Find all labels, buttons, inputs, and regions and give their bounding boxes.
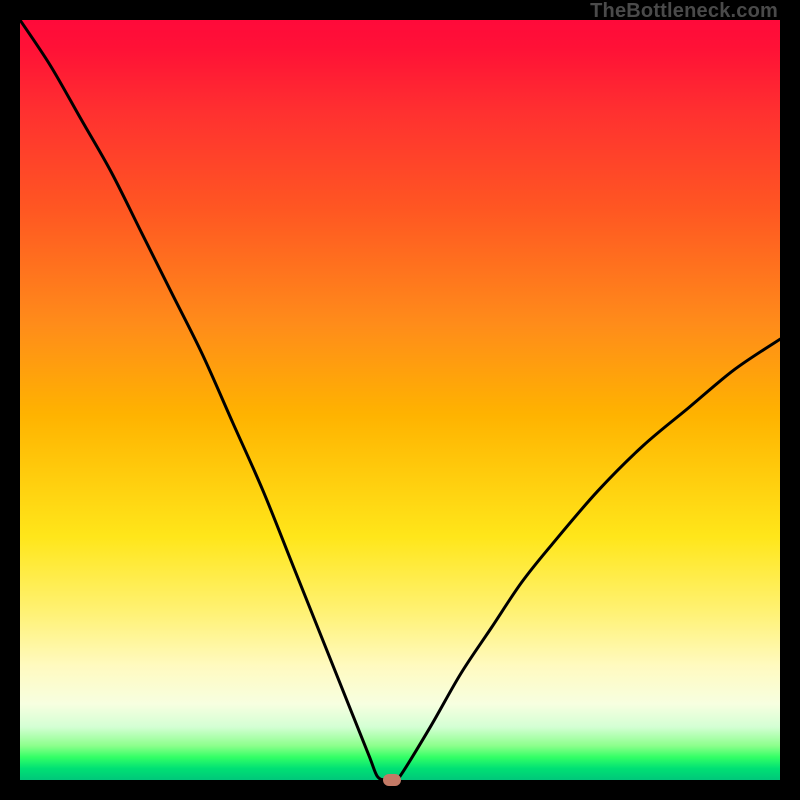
plot-area (20, 20, 780, 780)
chart-frame: TheBottleneck.com (0, 0, 800, 800)
bottleneck-curve (20, 20, 780, 780)
watermark-text: TheBottleneck.com (590, 0, 778, 23)
curve-svg (20, 20, 780, 780)
optimal-point-marker (383, 774, 401, 786)
